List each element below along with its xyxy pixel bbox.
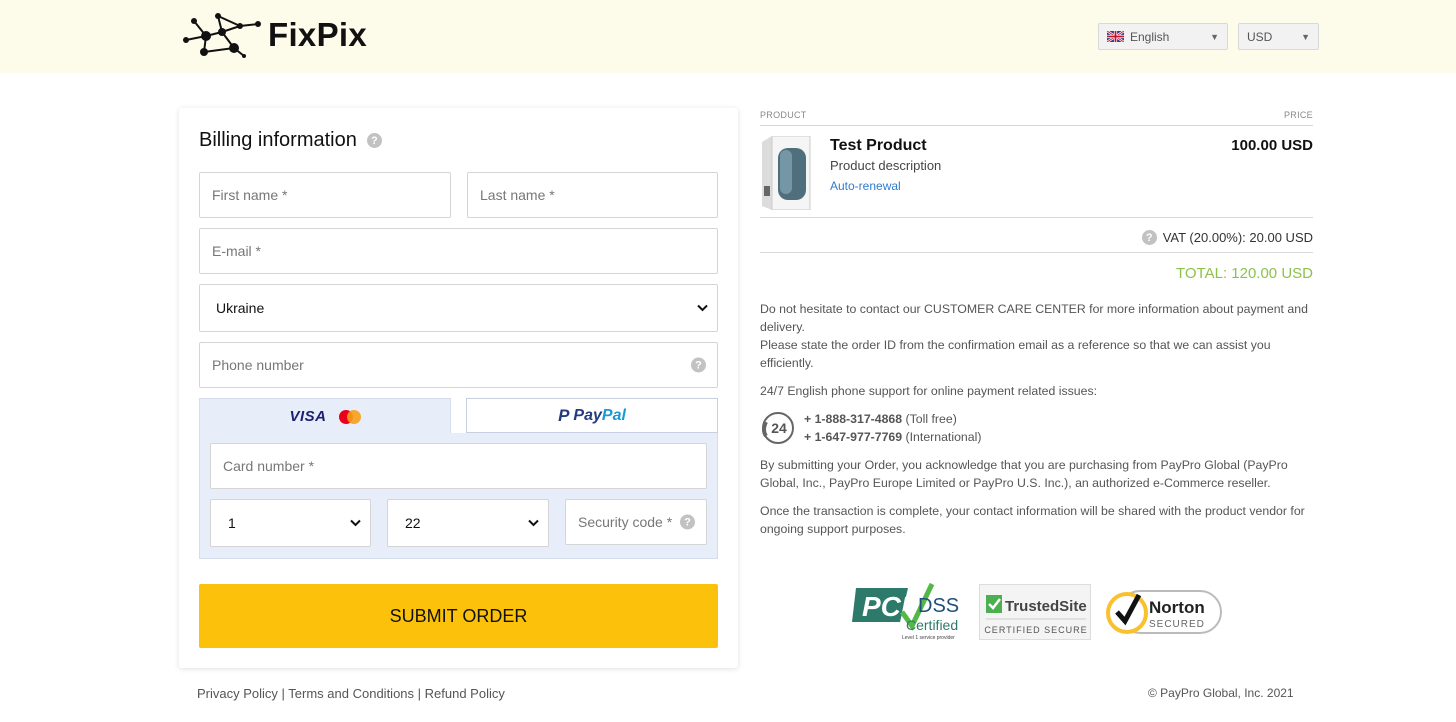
chevron-down-icon (350, 519, 361, 527)
terms-link[interactable]: Terms and Conditions (288, 686, 414, 701)
language-value: English (1130, 29, 1170, 44)
auto-renewal-link[interactable]: Auto-renewal (830, 179, 901, 193)
country-select[interactable]: Ukraine (199, 284, 718, 332)
phone-toll-free: + 1-888-317-4868 (Toll free) (804, 410, 981, 428)
support-text: 24/7 English phone support for online pa… (760, 384, 1098, 398)
phone-note: (International) (905, 430, 982, 444)
expiry-year-value: 22 (405, 515, 421, 531)
billing-title: Billing information ? (199, 129, 382, 152)
phone-number[interactable]: + 1-647-977-7769 (804, 430, 902, 444)
reseller-text: By submitting your Order, you acknowledg… (760, 458, 1288, 490)
phone-international: + 1-647-977-7769 (International) (804, 428, 981, 446)
brand-name: FixPix (268, 16, 368, 53)
trust-badges: PCI DSS Certified Level 1 service provid… (852, 582, 1223, 642)
email-field[interactable]: E-mail * (199, 228, 718, 274)
currency-select[interactable]: USD ▼ (1238, 23, 1319, 50)
mastercard-icon (338, 409, 361, 424)
product-description: Product description (830, 158, 942, 173)
help-icon[interactable]: ? (1141, 230, 1157, 245)
norton-badge: Norton SECURED (1105, 585, 1223, 639)
tab-card-payment[interactable]: VISA (199, 398, 451, 434)
refund-policy-link[interactable]: Refund Policy (425, 686, 505, 701)
pci-dss-badge: PCI DSS Certified Level 1 service provid… (852, 582, 967, 642)
price-column-header: PRICE (1283, 110, 1313, 120)
security-code-placeholder: Security code * (578, 514, 673, 530)
visa-logo: VISA (289, 408, 327, 425)
divider (760, 252, 1313, 253)
last-name-field[interactable]: Last name * (467, 172, 718, 218)
billing-title-text: Billing information (199, 129, 357, 151)
paypal-logo-pay: Pay (573, 406, 602, 424)
pci-subtitle: Certified (906, 617, 958, 633)
order-id-text: Please state the order ID from the confi… (760, 338, 1271, 370)
paypal-logo: PayPal (573, 407, 625, 425)
paypal-icon: P (558, 405, 570, 425)
order-total: TOTAL: 120.00 USD (1175, 265, 1313, 282)
pci-title: DSS (918, 595, 959, 617)
footer-links: Privacy Policy | Terms and Conditions | … (197, 686, 505, 701)
norton-subtitle: SECURED (1149, 619, 1205, 630)
privacy-policy-link[interactable]: Privacy Policy (197, 686, 278, 701)
contact-text: Do not hesitate to contact our CUSTOMER … (760, 302, 1308, 334)
trustedsite-subtitle: CERTIFIED SECURE (984, 625, 1087, 635)
card-number-field[interactable]: Card number * (210, 443, 707, 489)
divider (760, 217, 1313, 218)
product-box-image (762, 136, 811, 210)
svg-text:PCI: PCI (862, 591, 910, 622)
norton-logo-icon: Norton SECURED (1106, 590, 1222, 634)
phone-note: (Toll free) (905, 412, 957, 426)
chevron-down-icon (528, 519, 539, 527)
paypal-logo-pal: Pal (601, 406, 626, 424)
trustedsite-logo-icon: TrustedSite CERTIFIED SECURE (984, 595, 1087, 635)
currency-value: USD (1247, 29, 1273, 44)
card-payment-panel: Card number * 1 22 Security code * ? (199, 433, 718, 559)
phone-support: 24 + 1-888-317-4868 (Toll free) + 1-647-… (760, 410, 981, 446)
expiry-month-value: 1 (228, 515, 236, 531)
product-price: 100.00 USD (1231, 137, 1313, 154)
top-header: FixPix English ▼ USD ▼ (0, 0, 1456, 73)
first-name-placeholder: First name * (212, 187, 288, 203)
last-name-placeholder: Last name * (480, 187, 555, 203)
phone-list: + 1-888-317-4868 (Toll free) + 1-647-977… (804, 410, 981, 446)
vat-text: VAT (20.00%): 20.00 USD (1162, 230, 1313, 245)
chevron-down-icon (697, 304, 708, 312)
copyright: © PayPro Global, Inc. 2021 (1148, 686, 1294, 700)
first-name-field[interactable]: First name * (199, 172, 451, 218)
vendor-text: Once the transaction is complete, your c… (760, 504, 1305, 536)
product-column-header: PRODUCT (760, 110, 807, 120)
help-icon[interactable]: ? (680, 514, 695, 530)
phone-placeholder: Phone number (212, 357, 304, 373)
phone-field[interactable]: Phone number ? (199, 342, 718, 388)
divider (760, 125, 1313, 126)
submit-order-button[interactable]: SUBMIT ORDER (199, 584, 718, 648)
expiry-year-select[interactable]: 22 (387, 499, 549, 547)
expiry-month-select[interactable]: 1 (210, 499, 371, 547)
brand-logo[interactable]: FixPix (182, 12, 367, 58)
chevron-down-icon: ▼ (1301, 32, 1310, 42)
security-code-field[interactable]: Security code * ? (565, 499, 707, 545)
network-logo-icon (183, 13, 261, 58)
country-value: Ukraine (216, 300, 265, 316)
norton-title: Norton (1149, 598, 1205, 617)
email-placeholder: E-mail * (212, 243, 262, 259)
card-number-placeholder: Card number * (223, 458, 315, 474)
help-icon[interactable]: ? (366, 133, 382, 148)
product-name: Test Product (830, 137, 927, 154)
vat-line: ? VAT (20.00%): 20.00 USD (1141, 230, 1313, 245)
support-24-icon: 24 (762, 412, 794, 444)
pci-logo-icon: PCI DSS Certified Level 1 service provid… (852, 582, 959, 641)
language-select[interactable]: English ▼ (1098, 23, 1228, 50)
billing-card: Billing information ? First name * Last … (179, 108, 738, 668)
tab-paypal-payment[interactable]: P PayPal (466, 398, 718, 433)
phone-number[interactable]: + 1-888-317-4868 (804, 412, 902, 426)
chevron-down-icon: ▼ (1210, 32, 1219, 42)
trustedsite-badge: TrustedSite CERTIFIED SECURE (979, 584, 1091, 640)
uk-flag-icon (1107, 31, 1124, 42)
support-badge-text: 24 (771, 420, 787, 436)
trustedsite-title: TrustedSite (1005, 598, 1087, 615)
help-icon[interactable]: ? (691, 357, 706, 373)
pci-small-text: Level 1 service provider (902, 635, 955, 641)
